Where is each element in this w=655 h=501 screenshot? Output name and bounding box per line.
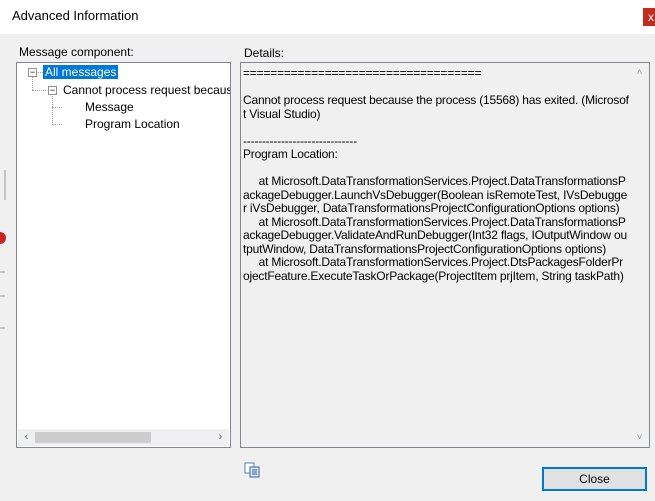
details-vertical-scrollbar[interactable]: ˄ ˅ <box>631 64 648 446</box>
scroll-right-icon[interactable]: › <box>213 430 228 445</box>
tree-item-label: Program Location <box>85 117 180 131</box>
collapse-all-messages-icon[interactable]: − <box>28 68 37 77</box>
details-label: Details: <box>244 46 285 60</box>
details-text: =================================== Cann… <box>243 66 629 283</box>
tree-item-all-messages[interactable]: All messages <box>43 64 119 81</box>
tree-item-program-location[interactable]: Program Location <box>85 116 180 133</box>
background-window-edge <box>0 160 6 340</box>
window-title: Advanced Information <box>12 8 139 23</box>
collapse-error-icon[interactable]: − <box>48 86 57 95</box>
tree-item-label: Message <box>85 100 134 114</box>
title-bar: Advanced Information x <box>0 0 655 34</box>
tree-item-label: All messages <box>43 65 119 79</box>
message-tree[interactable]: − All messages − Cannot process request … <box>16 62 231 448</box>
copy-icon[interactable] <box>244 462 262 478</box>
tree-horizontal-scrollbar[interactable]: ‹ › <box>18 429 229 446</box>
close-button[interactable]: Close <box>542 467 647 491</box>
message-component-label: Message component: <box>19 45 134 59</box>
scroll-left-icon[interactable]: ‹ <box>19 430 34 445</box>
window-close-button[interactable]: x <box>643 8 655 26</box>
scroll-up-icon[interactable]: ˄ <box>632 65 647 80</box>
tree-item-label: Cannot process request because <box>63 83 231 97</box>
tree-item-error[interactable]: Cannot process request because <box>63 82 231 99</box>
tree-item-message[interactable]: Message <box>85 99 134 116</box>
scroll-thumb[interactable] <box>35 432 151 443</box>
details-panel[interactable]: =================================== Cann… <box>240 62 650 448</box>
scroll-down-icon[interactable]: ˅ <box>632 430 647 445</box>
